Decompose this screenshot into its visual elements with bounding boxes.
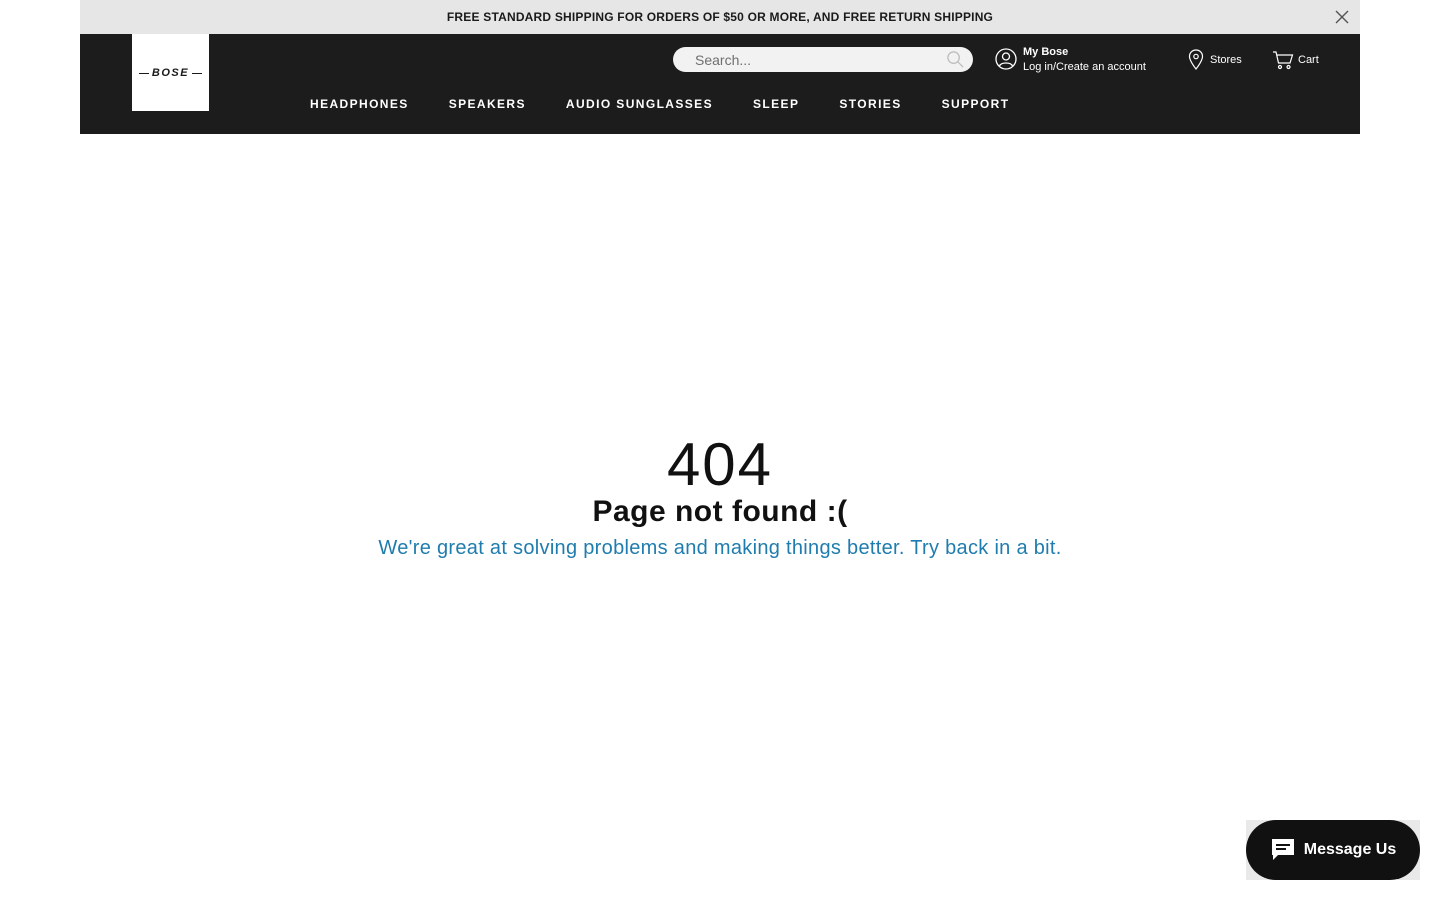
nav-item-audio-sunglasses[interactable]: AUDIO SUNGLASSES	[566, 97, 713, 111]
stores-link[interactable]: Stores	[1188, 49, 1242, 70]
error-message: We're great at solving problems and maki…	[378, 537, 1062, 559]
stores-label: Stores	[1210, 53, 1242, 66]
bose-logo[interactable]: BOSE	[132, 34, 209, 111]
search-input[interactable]	[695, 48, 945, 71]
error-title: Page not found :(	[592, 495, 848, 528]
search-icon[interactable]	[946, 50, 965, 69]
main-nav: HEADPHONES SPEAKERS AUDIO SUNGLASSES SLE…	[310, 97, 1049, 111]
error-code: 404	[666, 431, 774, 498]
close-icon[interactable]	[1334, 9, 1350, 25]
chat-bubble-icon	[1271, 839, 1294, 860]
location-pin-icon	[1188, 49, 1204, 70]
cart-label: Cart	[1298, 53, 1319, 66]
search-bar	[673, 47, 973, 72]
nav-item-support[interactable]: SUPPORT	[942, 97, 1010, 111]
nav-item-stories[interactable]: STORIES	[839, 97, 901, 111]
site-header: BOSE My Bose Log in/Create an account St…	[80, 34, 1360, 134]
account-menu[interactable]: My Bose Log in/Create an account	[995, 45, 1146, 75]
message-us-label: Message Us	[1303, 841, 1397, 858]
logo-text: BOSE	[138, 67, 203, 79]
cart-link[interactable]: Cart	[1272, 49, 1319, 70]
nav-item-speakers[interactable]: SPEAKERS	[449, 97, 526, 111]
nav-item-headphones[interactable]: HEADPHONES	[310, 97, 409, 111]
promo-text: FREE STANDARD SHIPPING FOR ORDERS OF $50…	[446, 10, 994, 24]
cart-icon	[1273, 51, 1294, 70]
promo-banner: FREE STANDARD SHIPPING FOR ORDERS OF $50…	[80, 0, 1360, 34]
login-link[interactable]: Log in/Create an account	[1023, 60, 1146, 75]
message-us-button[interactable]: Message Us	[1246, 820, 1420, 880]
user-icon	[995, 48, 1017, 70]
account-title: My Bose	[1023, 46, 1069, 58]
nav-item-sleep[interactable]: SLEEP	[753, 97, 799, 111]
